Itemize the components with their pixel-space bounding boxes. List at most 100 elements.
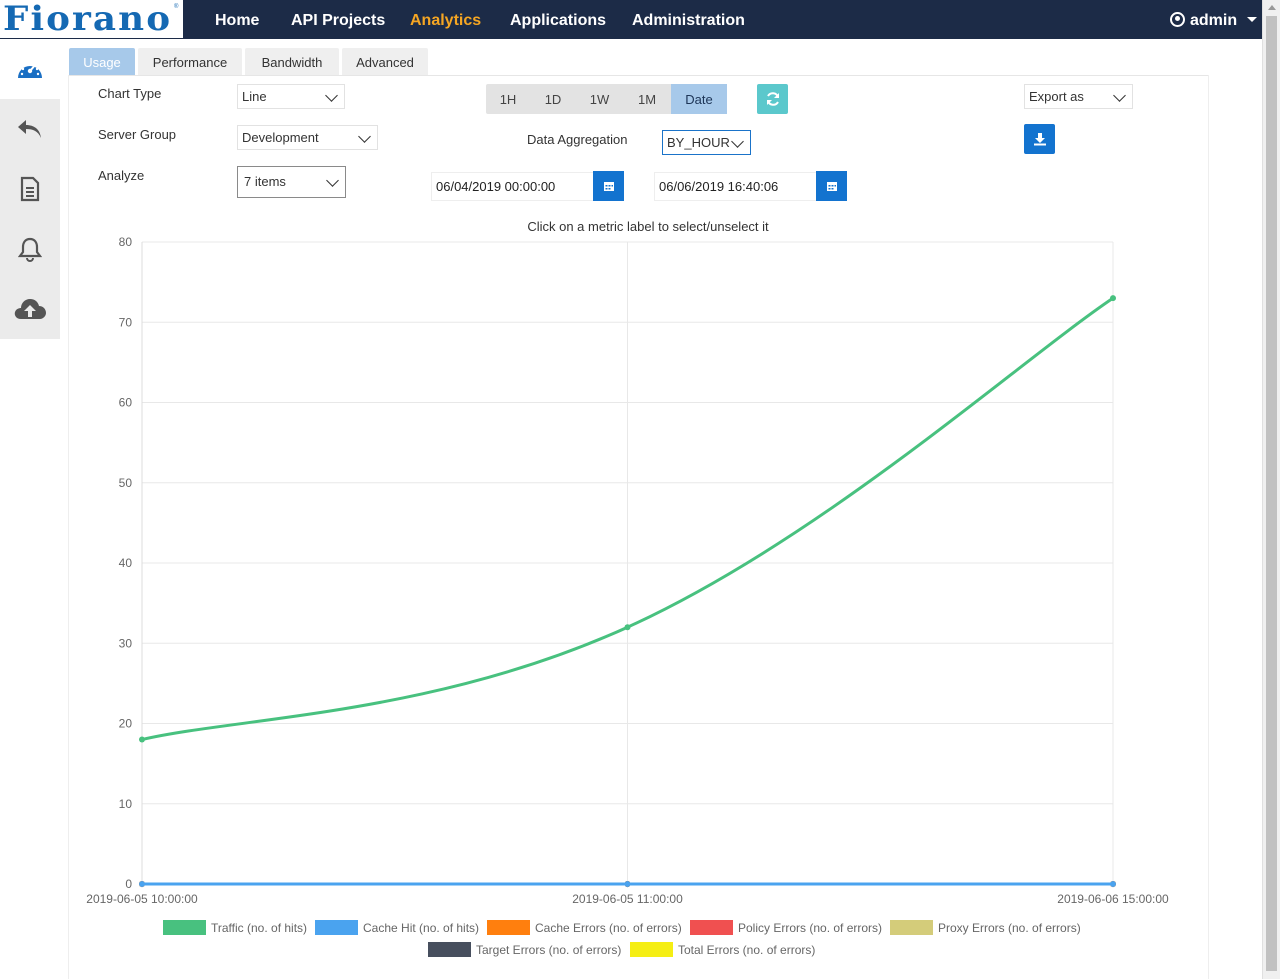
legend-label: Total Errors (no. of errors) (678, 943, 816, 957)
legend-item-proxy-errors[interactable]: Proxy Errors (no. of errors) (890, 920, 1081, 936)
download-icon (1033, 133, 1046, 146)
left-sidebar (0, 39, 60, 339)
nav-applications[interactable]: Applications (510, 0, 606, 39)
y-tick-label: 20 (119, 717, 133, 731)
analyze-multiselect[interactable]: 7 items (237, 166, 346, 198)
vertical-scrollbar[interactable] (1262, 0, 1280, 979)
x-tick-label: 2019-06-05 10:00:00 (86, 892, 198, 906)
document-icon (20, 176, 40, 202)
chevron-down-icon (1113, 89, 1126, 102)
legend-label: Cache Errors (no. of errors) (535, 921, 682, 935)
top-navbar: Fiorano ® Home API Projects Analytics Ap… (0, 0, 1262, 39)
user-menu[interactable]: admin (1170, 0, 1258, 39)
traffic-data-point (1110, 295, 1116, 302)
x-tick-label: 2019-06-06 15:00:00 (1057, 892, 1169, 906)
y-tick-label: 10 (119, 797, 133, 811)
y-tick-label: 50 (119, 476, 133, 490)
calendar-icon (603, 182, 614, 191)
legend-swatch (315, 920, 358, 935)
tab-bandwidth[interactable]: Bandwidth (245, 48, 339, 76)
analyze-value: 7 items (244, 174, 286, 189)
cloud-upload-icon (14, 299, 46, 319)
scroll-up-arrow-icon[interactable] (1268, 5, 1276, 10)
registered-mark: ® (174, 4, 179, 10)
sidebar-item-documents[interactable] (0, 159, 60, 219)
legend-item-cache-errors[interactable]: Cache Errors (no. of errors) (487, 920, 682, 936)
legend-item-policy-errors[interactable]: Policy Errors (no. of errors) (690, 920, 882, 936)
y-tick-label: 0 (125, 877, 132, 891)
end-date-calendar-button[interactable] (816, 171, 847, 201)
server-group-select[interactable]: Development (237, 125, 378, 150)
data-aggregation-value: BY_HOUR (667, 135, 730, 150)
nav-api-projects[interactable]: API Projects (291, 0, 385, 39)
calendar-icon (826, 182, 837, 191)
legend-swatch (630, 942, 673, 957)
sidebar-item-undo[interactable] (0, 99, 60, 159)
refresh-icon (766, 92, 779, 106)
cache-hit-data-point (624, 881, 631, 887)
scrollbar-thumb[interactable] (1266, 16, 1277, 971)
y-tick-label: 70 (119, 315, 133, 329)
chart-type-label: Chart Type (98, 86, 162, 101)
chart-type-select[interactable]: Line (237, 84, 345, 109)
legend-label: Traffic (no. of hits) (211, 921, 308, 935)
legend-label: Cache Hit (no. of hits) (363, 921, 480, 935)
legend-item-traffic[interactable]: Traffic (no. of hits) (163, 920, 307, 936)
legend-swatch (428, 942, 471, 957)
start-date-calendar-button[interactable] (593, 171, 624, 201)
traffic-data-point (624, 624, 631, 631)
start-date-input[interactable]: 06/04/2019 00:00:00 (431, 172, 594, 201)
range-1d-button[interactable]: 1D (530, 84, 576, 114)
range-date-button[interactable]: Date (671, 84, 727, 114)
cache-hit-data-point (1110, 881, 1116, 887)
time-range-group: 1H 1D 1W 1M Date (486, 84, 727, 114)
legend-item-cache-hit[interactable]: Cache Hit (no. of hits) (315, 920, 479, 936)
chevron-down-icon (358, 130, 371, 143)
bell-icon (18, 237, 42, 262)
nav-administration[interactable]: Administration (632, 0, 745, 39)
logo-text: Fiorano (3, 0, 173, 39)
y-tick-label: 80 (119, 235, 133, 249)
sidebar-item-upload[interactable] (0, 279, 60, 339)
range-1m-button[interactable]: 1M (623, 84, 671, 114)
nav-analytics[interactable]: Analytics (410, 0, 481, 39)
y-tick-label: 30 (119, 636, 133, 650)
end-date-input[interactable]: 06/06/2019 16:40:06 (654, 172, 817, 201)
nav-home[interactable]: Home (215, 0, 259, 39)
user-circle-icon (1170, 12, 1185, 27)
traffic-data-point (139, 736, 145, 743)
y-tick-label: 60 (119, 396, 133, 410)
usage-line-chart: 0 10 20 30 40 50 60 70 80 2019-06-05 10:00:00 2019… (86, 235, 1169, 906)
server-group-value: Development (242, 130, 319, 145)
data-aggregation-label: Data Aggregation (527, 132, 628, 147)
user-name: admin (1190, 12, 1238, 29)
cache-hit-data-point (139, 881, 145, 887)
download-button[interactable] (1024, 124, 1055, 154)
dashboard-gauge-icon (18, 61, 42, 78)
tab-advanced[interactable]: Advanced (342, 48, 428, 76)
x-tick-label: 2019-06-05 11:00:00 (572, 892, 683, 906)
fiorano-logo[interactable]: Fiorano ® (0, 0, 183, 39)
chevron-down-icon (731, 135, 744, 148)
legend-swatch (163, 920, 206, 935)
export-as-select[interactable]: Export as (1024, 84, 1133, 109)
range-1w-button[interactable]: 1W (576, 84, 623, 114)
sidebar-item-dashboard[interactable] (0, 39, 60, 99)
range-1h-button[interactable]: 1H (486, 84, 530, 114)
y-tick-label: 40 (119, 556, 133, 570)
tab-usage[interactable]: Usage (69, 48, 135, 76)
tab-performance[interactable]: Performance (138, 48, 242, 76)
refresh-button[interactable] (757, 84, 788, 114)
legend-item-total-errors[interactable]: Total Errors (no. of errors) (630, 942, 815, 958)
legend-swatch (487, 920, 530, 935)
undo-arrow-icon (18, 120, 41, 138)
data-aggregation-select[interactable]: BY_HOUR (662, 130, 751, 155)
chart-type-value: Line (242, 89, 267, 104)
legend-label: Proxy Errors (no. of errors) (938, 921, 1081, 935)
legend-item-target-errors[interactable]: Target Errors (no. of errors) (428, 942, 621, 958)
caret-down-icon (1247, 17, 1258, 22)
legend-swatch (690, 920, 733, 935)
chevron-down-icon (326, 174, 339, 187)
chevron-down-icon (325, 89, 338, 102)
legend-swatch (890, 920, 933, 935)
